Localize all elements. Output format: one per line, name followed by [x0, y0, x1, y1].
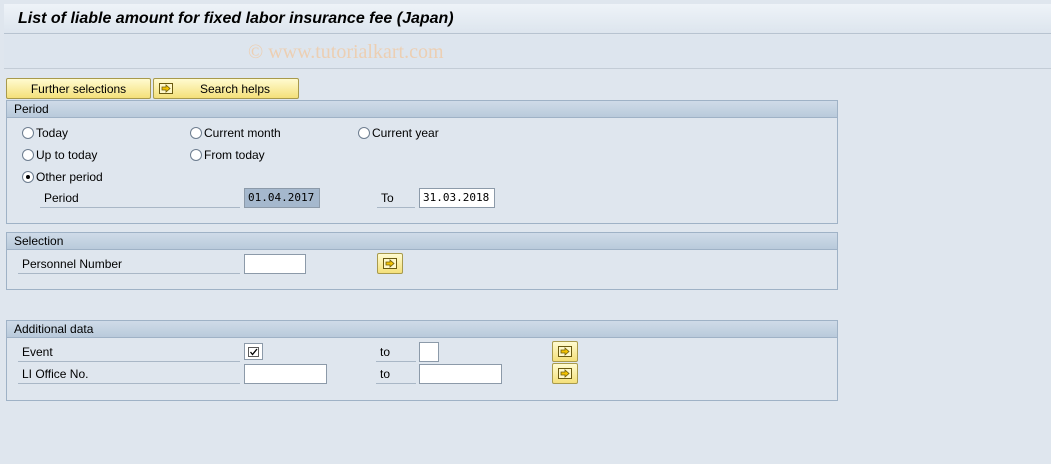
personnel-number-multiple-selection-button[interactable] [377, 253, 403, 274]
period-from-input[interactable]: 01.04.2017 [244, 188, 320, 208]
further-selections-label: Further selections [30, 81, 127, 96]
radio-current-year[interactable]: Current year [358, 125, 439, 140]
radio-current-year-circle[interactable] [358, 126, 370, 139]
title-bar: List of liable amount for fixed labor in… [4, 4, 1051, 34]
period-label: Period [40, 190, 240, 208]
li-office-to-input[interactable] [419, 364, 502, 384]
li-office-multiple-selection-button[interactable] [552, 363, 578, 384]
radio-up-to-today-circle[interactable] [22, 148, 34, 161]
search-helps-button[interactable]: Search helps [153, 78, 299, 99]
radio-today-label: Today [36, 125, 69, 140]
radio-current-month-circle[interactable] [190, 126, 202, 139]
event-checkbox[interactable] [244, 343, 263, 360]
personnel-number-input[interactable] [244, 254, 306, 274]
radio-up-to-today-label: Up to today [36, 147, 98, 162]
radio-from-today-label: From today [204, 147, 265, 162]
arrow-right-icon [558, 368, 572, 379]
search-helps-label: Search helps [199, 81, 271, 96]
personnel-number-label: Personnel Number [18, 256, 240, 274]
radio-from-today[interactable]: From today [190, 147, 265, 162]
arrow-right-icon [383, 258, 397, 269]
selection-group-header: Selection [7, 233, 837, 250]
li-office-input[interactable] [244, 364, 327, 384]
radio-other-period-circle[interactable] [22, 170, 34, 183]
li-office-to-label: to [376, 366, 416, 384]
radio-today[interactable]: Today [22, 125, 68, 140]
period-group-header: Period [7, 101, 837, 118]
radio-current-year-label: Current year [372, 125, 439, 140]
radio-current-month-label: Current month [204, 125, 281, 140]
arrow-right-icon [558, 346, 572, 357]
event-to-input[interactable] [419, 342, 439, 362]
period-to-label: To [377, 190, 415, 208]
watermark: © www.tutorialkart.com [248, 41, 444, 63]
further-selections-button[interactable]: Further selections [6, 78, 151, 99]
event-to-label: to [376, 344, 416, 362]
li-office-label: LI Office No. [18, 366, 240, 384]
radio-today-circle[interactable] [22, 126, 34, 139]
radio-up-to-today[interactable]: Up to today [22, 147, 97, 162]
arrow-right-icon [159, 83, 173, 94]
radio-other-period-label: Other period [36, 169, 103, 184]
application-toolbar: © www.tutorialkart.com [4, 35, 1051, 69]
period-to-input[interactable]: 31.03.2018 [419, 188, 495, 208]
checkmark-icon [248, 346, 259, 357]
event-multiple-selection-button[interactable] [552, 341, 578, 362]
radio-current-month[interactable]: Current month [190, 125, 281, 140]
event-label: Event [18, 344, 240, 362]
additional-data-group-header: Additional data [7, 321, 837, 338]
radio-from-today-circle[interactable] [190, 148, 202, 161]
page-title: List of liable amount for fixed labor in… [18, 10, 454, 27]
radio-other-period[interactable]: Other period [22, 169, 103, 184]
